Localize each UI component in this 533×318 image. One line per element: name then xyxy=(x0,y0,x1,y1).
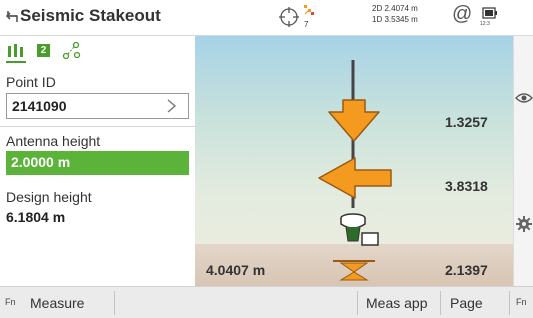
tab-points-view[interactable] xyxy=(62,41,82,63)
side-toolbar xyxy=(513,36,533,286)
distance-value: 4.0407 m xyxy=(206,262,266,278)
down-arrow-icon xyxy=(328,99,380,142)
chevron-right-icon[interactable] xyxy=(164,98,178,114)
gear-icon[interactable] xyxy=(516,216,532,232)
cut-fill-value: 2.1397 xyxy=(445,262,488,278)
antenna-height-label: Antenna height xyxy=(6,133,101,149)
precision-1d: 1D 3.5345 m xyxy=(372,15,418,24)
points-icon xyxy=(62,42,81,60)
tab-badge: 2 xyxy=(37,44,50,57)
stakeout-scene xyxy=(318,60,392,281)
fn-key-right[interactable]: Fn xyxy=(516,297,527,307)
page-button[interactable]: Page xyxy=(450,287,483,318)
softkey-divider xyxy=(509,291,510,315)
precision-readout[interactable]: 2D 2.4074 m 1D 3.5345 m xyxy=(372,3,418,25)
softkey-divider xyxy=(114,291,115,315)
back-icon[interactable] xyxy=(3,8,21,26)
battery-icon[interactable] xyxy=(482,6,498,20)
design-height-value: 6.1804 m xyxy=(6,209,66,225)
precision-2d: 2D 2.4074 m xyxy=(372,4,418,13)
satellite-count: 7 xyxy=(304,20,309,29)
point-id-label: Point ID xyxy=(6,74,56,90)
view-tabs: 2 xyxy=(0,36,195,68)
rover-receiver xyxy=(340,213,379,246)
divider xyxy=(0,126,195,127)
softkey-bar: Fn Measure Meas app Page Fn xyxy=(0,286,533,318)
point-id-field[interactable]: 2141090 xyxy=(6,93,189,119)
left-arrow-icon xyxy=(318,157,392,199)
vertical-delta: 1.3257 xyxy=(445,114,488,130)
target-icon[interactable] xyxy=(279,7,299,27)
tab-graphic-view[interactable] xyxy=(6,41,26,63)
design-height-label: Design height xyxy=(6,189,92,205)
softkey-divider xyxy=(440,291,441,315)
status-bar: Seismic Stakeout 7 2D 2.4074 m 1D 3.5345… xyxy=(0,0,533,36)
satellite-icon[interactable] xyxy=(303,4,315,18)
fn-key-left[interactable]: Fn xyxy=(5,297,16,307)
page-title: Seismic Stakeout xyxy=(20,6,161,25)
point-id-value: 2141090 xyxy=(12,98,67,114)
softkey-divider xyxy=(357,291,358,315)
target-marker xyxy=(333,260,375,281)
meas-app-button[interactable]: Meas app xyxy=(366,287,427,318)
antenna-height-value: 2.0000 m xyxy=(11,154,71,170)
tab-numeric-view[interactable]: 2 xyxy=(34,41,54,63)
stakeout-graphic: 1.3257 3.8318 4.0407 m 2.1397 xyxy=(195,36,513,286)
antenna-height-field[interactable]: 2.0000 m xyxy=(6,151,189,175)
stakeout-form: 2 Point ID 2141090 Antenna height 2.0000… xyxy=(0,36,195,286)
at-icon[interactable]: @ xyxy=(452,3,472,26)
bar-chart-icon xyxy=(8,44,23,57)
horizontal-delta: 3.8318 xyxy=(445,178,488,194)
clock: 12:3 xyxy=(480,21,490,27)
eye-icon[interactable] xyxy=(515,91,533,105)
measure-button[interactable]: Measure xyxy=(30,287,84,318)
